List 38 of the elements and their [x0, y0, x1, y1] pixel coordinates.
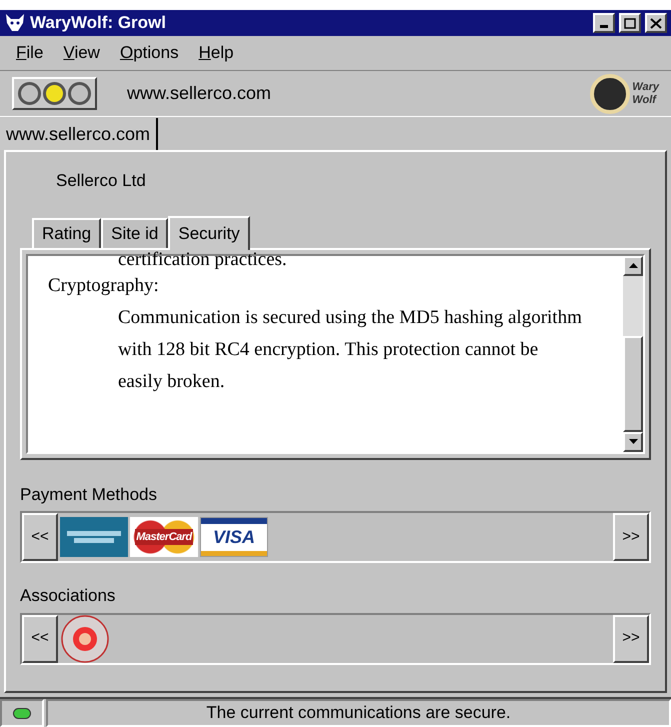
up-arrow-icon: [628, 263, 638, 268]
tab[interactable]: Rating: [32, 218, 102, 248]
scrollbar[interactable]: [623, 256, 643, 452]
window-title: WaryWolf: Growl: [30, 12, 167, 34]
minimize-button[interactable]: [593, 13, 615, 33]
site-tab[interactable]: www.sellerco.com: [0, 118, 158, 150]
site-url: www.sellerco.com: [127, 82, 272, 105]
scroll-right-button[interactable]: >>: [613, 614, 649, 662]
credit-card-logo: [60, 517, 128, 557]
tab[interactable]: Site id: [101, 218, 168, 248]
association-seal-icon: [60, 614, 110, 662]
section-body: Communication is secured using the MD5 hashing algorithm with 128 bit RC4 encryption. This protection cannot be easily broken.: [117, 306, 583, 394]
tab[interactable]: Security: [168, 216, 250, 250]
minimize-icon: [600, 25, 608, 28]
scroll-right-button[interactable]: >>: [613, 513, 649, 561]
scroll-left-button[interactable]: <<: [22, 614, 58, 662]
menu-item[interactable]: Help: [198, 40, 234, 66]
section-text: certification practices.: [117, 250, 288, 270]
menu-item[interactable]: File: [16, 40, 44, 66]
close-button[interactable]: [645, 13, 667, 33]
scroll-left-button[interactable]: <<: [22, 513, 58, 561]
menu-item[interactable]: View: [63, 40, 100, 66]
company-name: Sellerco Ltd: [56, 170, 147, 192]
wolf-head-icon: [4, 13, 26, 33]
down-arrow-icon: [628, 439, 638, 444]
maximize-button[interactable]: [619, 13, 641, 33]
card-brand-text: MasterCard: [135, 528, 193, 546]
section-label: Payment Methods: [20, 484, 158, 506]
card-brand-text: VISA: [212, 526, 255, 548]
close-icon: [650, 18, 662, 28]
status-message: The current communications are secure.: [46, 699, 671, 727]
section-label: Associations: [20, 585, 116, 607]
section-heading: Cryptography:: [48, 274, 160, 298]
scrollbar-thumb[interactable]: [623, 336, 643, 432]
menu-item[interactable]: Options: [120, 40, 179, 66]
wolf-avatar-icon: [590, 74, 630, 114]
brand-logo-text: Wary Wolf: [632, 80, 659, 106]
maximize-icon: [624, 18, 636, 28]
